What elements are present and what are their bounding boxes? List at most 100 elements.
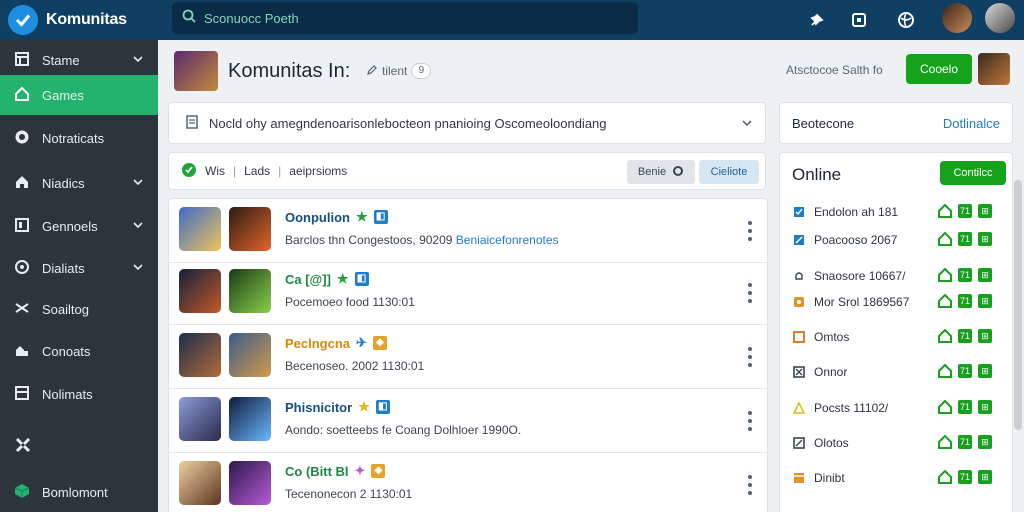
more-options-icon[interactable] (747, 411, 753, 431)
house-action-icon[interactable] (938, 232, 952, 246)
house-action-icon[interactable] (938, 329, 952, 343)
house-action-icon[interactable] (938, 400, 952, 414)
sidebar-item-nolimats[interactable]: Nolimats (0, 374, 158, 414)
right-top-link[interactable]: Dotlinalce (943, 116, 1000, 131)
filter-bar: Wis | Lads | aeiprsioms Benie Cieliote (168, 152, 766, 190)
search-input[interactable] (204, 10, 624, 26)
sidebar-item-label: Nolimats (42, 386, 93, 402)
online-row[interactable]: Endolon ah 181 71 ⊞ (792, 197, 1004, 227)
add-friend-icon[interactable]: 71 (958, 268, 972, 282)
add-friend-icon[interactable]: 71 (958, 435, 972, 449)
sidebar-item-niadics[interactable]: Niadics (0, 163, 158, 203)
add-friend-icon[interactable]: 71 (958, 204, 972, 218)
add-friend-icon[interactable]: 71 (958, 364, 972, 378)
edit-count-badge: 9 (411, 63, 432, 79)
scrollbar[interactable] (1014, 180, 1022, 430)
sidebar-item-puzzle[interactable] (0, 426, 158, 466)
sidebar-item-label: Dialiats (42, 260, 85, 276)
add-friend-icon[interactable]: 71 (958, 400, 972, 414)
invite-icon[interactable]: ⊞ (978, 364, 992, 378)
house-action-icon[interactable] (938, 204, 952, 218)
pin-icon[interactable] (804, 7, 830, 33)
row-sub: Becenoseo. 2002 1130:01 (285, 359, 425, 373)
row-name[interactable]: Ca [@]] ★ ◧ (285, 271, 369, 287)
list-item[interactable]: Peclngcna ✈ ◈ Becenoseo. 2002 1130:01 (169, 325, 767, 389)
chip-label: Cieliote (710, 166, 748, 178)
edit-square-icon (792, 233, 806, 247)
list-item[interactable]: Ca [@]] ★ ◧ Pocemoeo food 1130:01 (169, 261, 767, 325)
sidebar-item-games[interactable]: Games (0, 75, 158, 115)
online-row[interactable]: Omtos 71 ⊞ (792, 322, 1004, 352)
list-item[interactable]: Oonpulion ★ ◧ Barclos thn Congestoos, 90… (169, 199, 767, 263)
house-action-icon[interactable] (938, 268, 952, 282)
online-action-button[interactable]: Contilcc (940, 161, 1006, 185)
name-text: Oonpulion (285, 209, 350, 225)
online-row[interactable]: Dinibt 71 ⊞ (792, 463, 1004, 493)
row-name[interactable]: Peclngcna ✈ ◈ (285, 335, 387, 351)
list-item[interactable]: Co (Bitt Bl ✦ ◈ Tecenonecon 2 1130:01 (169, 453, 767, 512)
filter-label-c[interactable]: aeiprsioms (289, 164, 347, 178)
house-action-icon[interactable] (938, 435, 952, 449)
invite-icon[interactable]: ⊞ (978, 435, 992, 449)
invite-icon[interactable]: ⊞ (978, 400, 992, 414)
more-options-icon[interactable] (747, 283, 753, 303)
invite-icon[interactable]: ⊞ (978, 204, 992, 218)
window-icon[interactable] (846, 7, 872, 33)
online-row[interactable]: Poacooso 2067 71 ⊞ (792, 225, 1004, 255)
online-row-label: Onnor (814, 365, 848, 379)
add-friend-icon[interactable]: 71 (958, 470, 972, 484)
sidebar-item-soailtog[interactable]: Soailtog (0, 289, 158, 329)
list-item[interactable]: Phisnicitor ★ ◧ Aondo: soetteebs fe Coan… (169, 389, 767, 453)
user-avatar[interactable] (942, 3, 972, 33)
online-row[interactable]: Pocsts 11102/ 71 ⊞ (792, 393, 1004, 423)
more-options-icon[interactable] (747, 475, 753, 495)
invite-icon[interactable]: ⊞ (978, 329, 992, 343)
filter-label-a[interactable]: Wis (205, 164, 225, 178)
row-sub: Tecenonecon 2 1130:01 (285, 487, 413, 501)
home-icon (14, 86, 30, 105)
more-options-icon[interactable] (747, 221, 753, 241)
online-row[interactable]: Mor Srol 1869567 71 ⊞ (792, 287, 1004, 317)
online-row-label: Pocsts 11102/ (814, 401, 889, 415)
filter-chip-b[interactable]: Cieliote (699, 160, 759, 184)
sidebar-item-bomlomont[interactable]: Bomlomont (0, 472, 158, 512)
invite-icon[interactable]: ⊞ (978, 232, 992, 246)
avatar (179, 397, 221, 441)
tag-icon: ◈ (371, 464, 386, 478)
online-row[interactable]: Olotos 71 ⊞ (792, 428, 1004, 458)
invite-icon[interactable]: ⊞ (978, 470, 992, 484)
invite-icon[interactable]: ⊞ (978, 268, 992, 282)
profile-avatar[interactable] (985, 3, 1015, 33)
sidebar-item-conoats[interactable]: Conoats (0, 331, 158, 371)
row-name[interactable]: Oonpulion ★ ◧ (285, 209, 388, 225)
announcement-bar[interactable]: Nocld ohy amegndenoarisonlebocteon pnani… (168, 102, 766, 144)
row-name[interactable]: Co (Bitt Bl ✦ ◈ (285, 463, 386, 479)
brand[interactable]: Komunitas (0, 0, 158, 40)
add-friend-icon[interactable]: 71 (958, 329, 972, 343)
filter-chip-a[interactable]: Benie (627, 160, 695, 184)
sparkle-icon: ✦ (354, 463, 366, 478)
header-cta-button[interactable]: Cooelo (906, 54, 972, 84)
chevron-down-icon[interactable] (741, 117, 753, 132)
row-link[interactable]: Beniaicefonrenotes (456, 233, 559, 247)
invite-icon[interactable]: ⊞ (978, 294, 992, 308)
sidebar-item-gennoels[interactable]: Gennoels (0, 206, 158, 246)
sidebar-item-notraticats[interactable]: Notraticats (0, 118, 158, 158)
filter-label-b[interactable]: Lads (244, 164, 270, 178)
more-options-icon[interactable] (747, 347, 753, 367)
row-name[interactable]: Phisnicitor ★ ◧ (285, 399, 390, 415)
brand-check-icon (8, 5, 38, 35)
sidebar-item-stame[interactable]: Stame (0, 40, 158, 80)
header-avatar[interactable] (978, 53, 1010, 85)
house-action-icon[interactable] (938, 364, 952, 378)
house-action-icon[interactable] (938, 470, 952, 484)
right-top-label: Beotecone (792, 116, 855, 131)
search-box[interactable] (172, 2, 638, 34)
online-row[interactable]: Onnor 71 ⊞ (792, 357, 1004, 387)
house-action-icon[interactable] (938, 294, 952, 308)
add-friend-icon[interactable]: 71 (958, 294, 972, 308)
globe-icon[interactable] (893, 7, 919, 33)
add-friend-icon[interactable]: 71 (958, 232, 972, 246)
edit-link[interactable]: tilent 9 (366, 63, 432, 79)
sidebar-item-dialiats[interactable]: Dialiats (0, 248, 158, 288)
